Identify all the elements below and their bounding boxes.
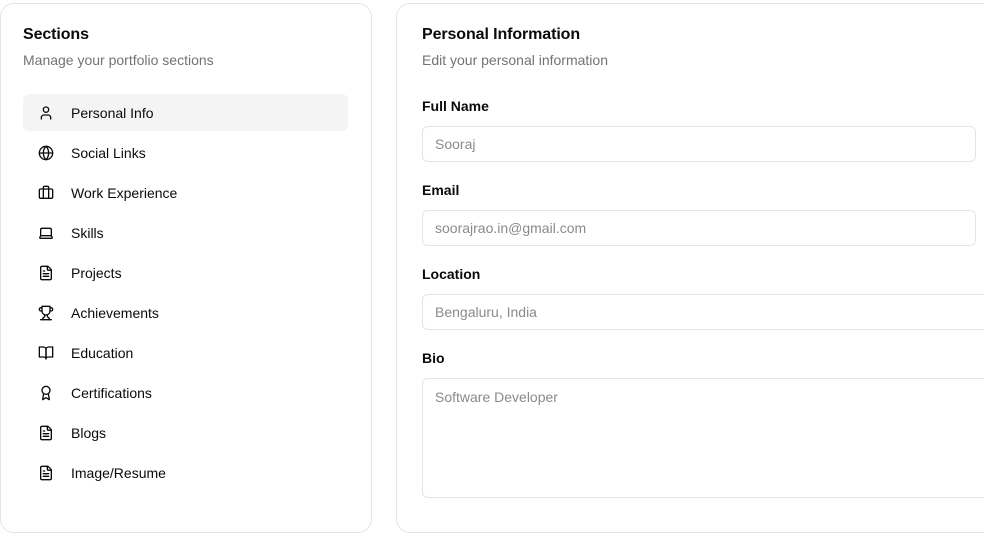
sections-nav: Personal Info Social Links Work Experien… — [23, 94, 348, 494]
award-icon — [38, 385, 54, 401]
location-label: Location — [422, 266, 481, 282]
sidebar-item-projects[interactable]: Projects — [23, 254, 348, 291]
panel-title: Personal Information — [422, 26, 581, 43]
sidebar-item-label: Blogs — [71, 424, 107, 441]
laptop-icon — [38, 225, 54, 241]
sidebar-item-image-resume[interactable]: Image/Resume — [23, 454, 348, 491]
user-icon — [38, 105, 54, 121]
file-text-icon — [38, 425, 54, 441]
bio-textarea[interactable] — [422, 378, 984, 498]
sidebar-item-work-experience[interactable]: Work Experience — [23, 174, 348, 211]
sidebar-item-blogs[interactable]: Blogs — [23, 414, 348, 451]
sidebar-item-label: Projects — [71, 264, 122, 281]
bio-label: Bio — [422, 350, 445, 366]
location-input[interactable] — [422, 294, 984, 330]
sidebar-item-label: Social Links — [71, 144, 146, 161]
sidebar-item-achievements[interactable]: Achievements — [23, 294, 348, 331]
file-text-icon — [38, 265, 54, 281]
email-label: Email — [422, 182, 460, 198]
sidebar-item-label: Education — [71, 344, 134, 361]
briefcase-icon — [38, 185, 54, 201]
full-name-input[interactable] — [422, 126, 976, 162]
personal-information-panel: Personal Information Edit your personal … — [396, 3, 984, 533]
sidebar-item-label: Certifications — [71, 384, 152, 401]
book-open-icon — [38, 345, 54, 361]
email-input[interactable] — [422, 210, 976, 246]
file-text-icon — [38, 465, 54, 481]
sidebar-item-skills[interactable]: Skills — [23, 214, 348, 251]
sidebar-item-label: Image/Resume — [71, 464, 166, 481]
sections-panel: Sections Manage your portfolio sections … — [0, 3, 372, 533]
sidebar-item-personal-info[interactable]: Personal Info — [23, 94, 348, 131]
sidebar-item-label: Achievements — [71, 304, 159, 321]
sidebar-item-certifications[interactable]: Certifications — [23, 374, 348, 411]
full-name-label: Full Name — [422, 98, 489, 114]
trophy-icon — [38, 305, 54, 321]
panel-subtitle: Edit your personal information — [422, 52, 608, 68]
sidebar-item-label: Work Experience — [71, 184, 178, 201]
sections-title: Sections — [23, 26, 89, 43]
sidebar-item-label: Personal Info — [71, 104, 154, 121]
sidebar-item-label: Skills — [71, 224, 104, 241]
globe-icon — [38, 145, 54, 161]
sidebar-item-social-links[interactable]: Social Links — [23, 134, 348, 171]
sidebar-item-education[interactable]: Education — [23, 334, 348, 371]
sections-subtitle: Manage your portfolio sections — [23, 52, 214, 68]
